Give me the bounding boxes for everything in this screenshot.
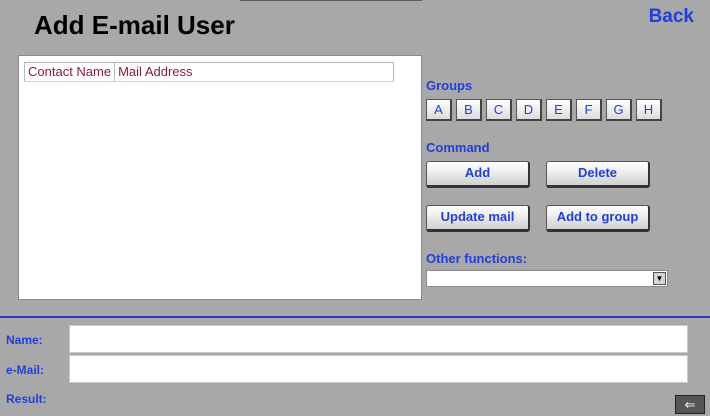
add-button[interactable]: Add xyxy=(426,161,530,188)
page-title: Add E-mail User xyxy=(34,10,235,40)
contact-list[interactable]: Contact Name Mail Address xyxy=(18,55,422,300)
delete-button[interactable]: Delete xyxy=(546,161,650,188)
back-link[interactable]: Back xyxy=(649,6,694,28)
group-button-c[interactable]: C xyxy=(486,99,512,121)
group-button-b[interactable]: B xyxy=(456,99,482,121)
name-field[interactable] xyxy=(69,325,688,353)
entry-form: Name: e-Mail: Result: xyxy=(0,316,710,416)
group-button-d[interactable]: D xyxy=(516,99,542,121)
update-mail-button[interactable]: Update mail xyxy=(426,205,530,232)
other-functions-select[interactable]: ▼ xyxy=(426,270,668,287)
group-button-g[interactable]: G xyxy=(606,99,632,121)
column-header-mail-address[interactable]: Mail Address xyxy=(115,63,195,81)
group-button-e[interactable]: E xyxy=(546,99,572,121)
column-header-contact-name[interactable]: Contact Name xyxy=(25,63,116,81)
group-button-a[interactable]: A xyxy=(426,99,452,121)
groups-label: Groups xyxy=(426,78,473,93)
command-label: Command xyxy=(426,140,490,155)
group-button-f[interactable]: F xyxy=(576,99,602,121)
dropdown-arrow-icon[interactable]: ▼ xyxy=(653,272,666,285)
group-buttons: A B C D E F G H xyxy=(426,99,662,121)
result-label: Result: xyxy=(6,392,47,406)
add-to-group-button[interactable]: Add to group xyxy=(546,205,650,232)
group-button-h[interactable]: H xyxy=(636,99,662,121)
email-field[interactable] xyxy=(69,355,688,383)
other-functions-label: Other functions: xyxy=(426,251,528,266)
email-label: e-Mail: xyxy=(6,363,45,377)
top-divider xyxy=(240,0,422,7)
return-arrow-icon[interactable]: ⇐ xyxy=(675,395,705,414)
name-label: Name: xyxy=(6,333,43,347)
contact-list-header: Contact Name Mail Address xyxy=(24,62,394,82)
